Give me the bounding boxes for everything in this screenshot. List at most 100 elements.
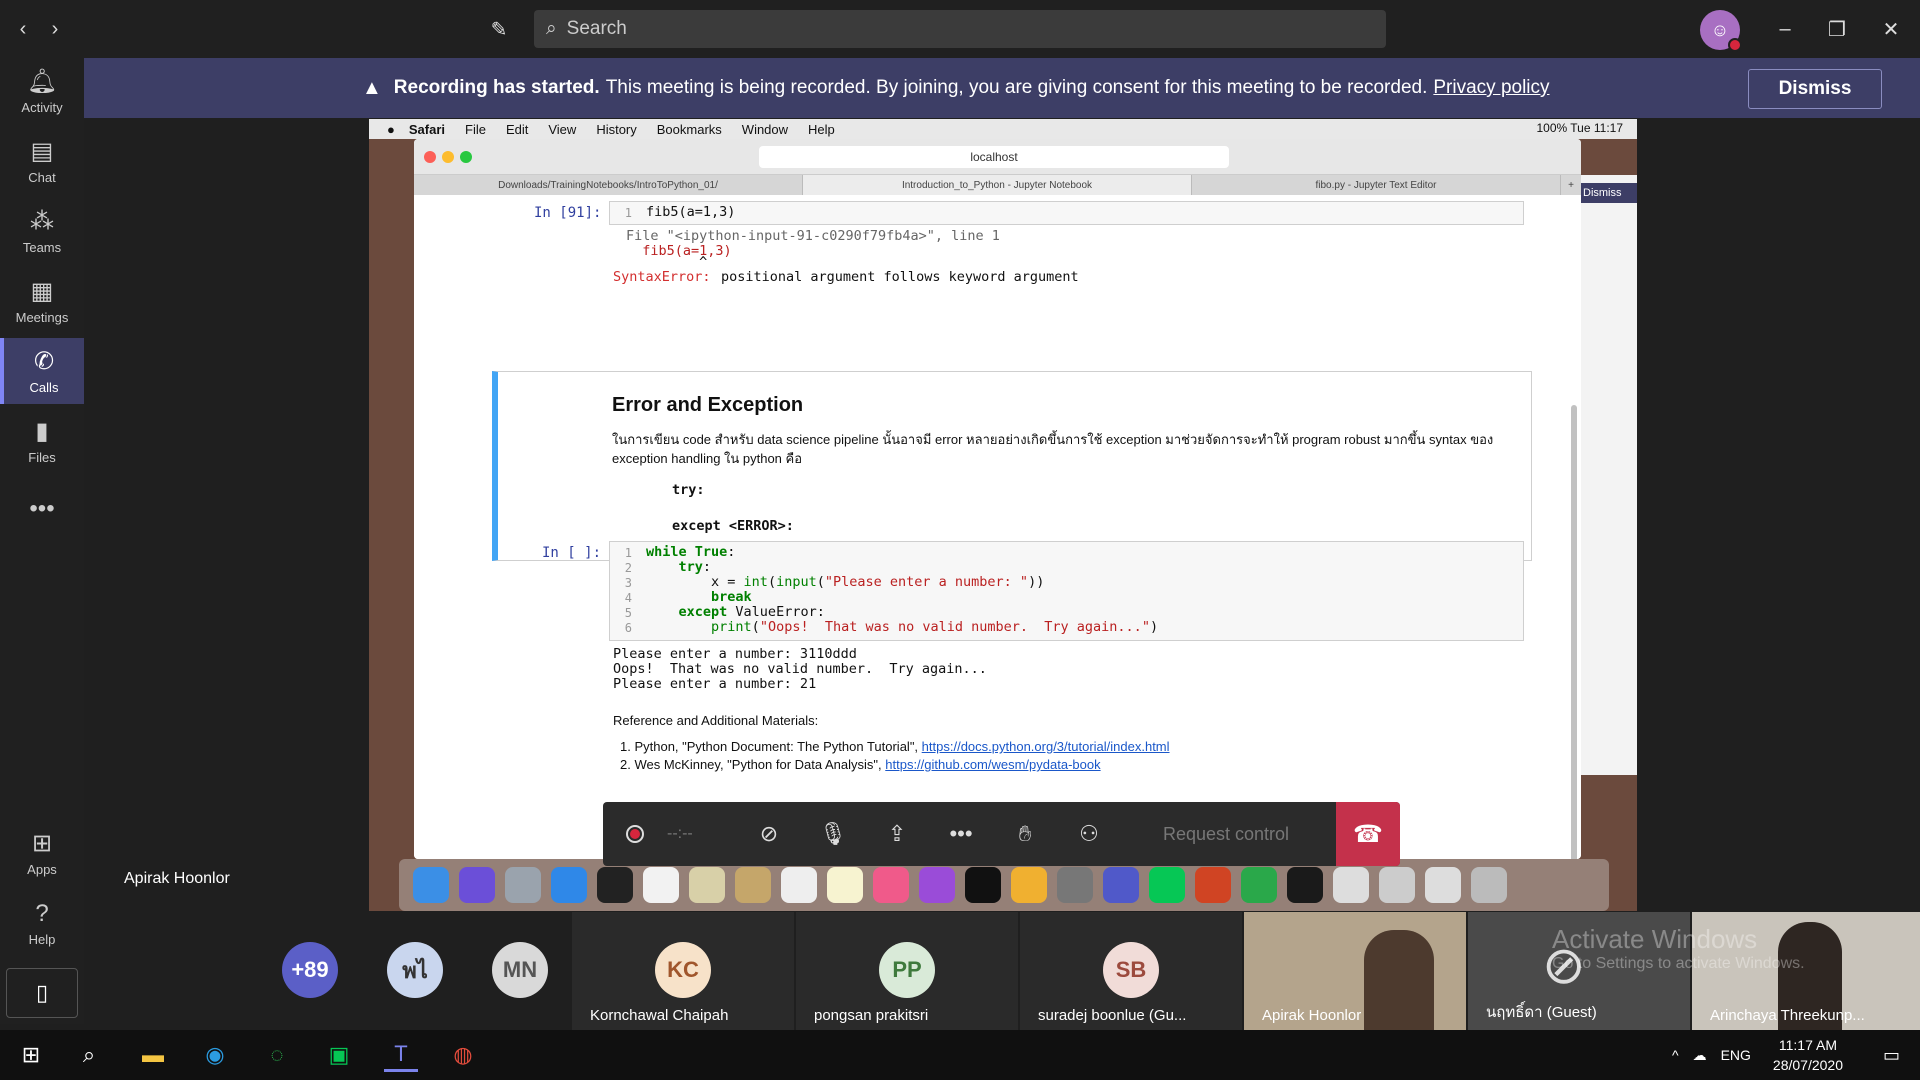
powerpoint-icon[interactable] [1195,867,1231,903]
overflow-participants[interactable]: +89 [282,942,338,998]
call-controls: --:-- ⊘ 🎙︎ ⇪ ••• ✋︎ ⚇ Request control ☎ [603,802,1400,866]
minimize-icon[interactable]: – [1770,14,1800,44]
music-icon[interactable] [873,867,909,903]
notes-icon[interactable] [643,867,679,903]
new-chat-icon[interactable]: ✎ [484,14,514,44]
language-indicator[interactable]: ENG [1721,1047,1751,1063]
sync-icon[interactable] [1241,867,1277,903]
close-window-icon[interactable] [424,151,436,163]
windows-start-icon[interactable]: ⊞ [14,1038,48,1072]
safari-tab[interactable]: Downloads/TrainingNotebooks/IntroToPytho… [414,175,803,195]
mac-menu-item[interactable]: Bookmarks [657,122,722,137]
trash-icon[interactable] [1471,867,1507,903]
stickies-icon[interactable] [827,867,863,903]
safari-icon[interactable] [551,867,587,903]
close-icon[interactable]: ✕ [1876,14,1906,44]
mac-menu-item[interactable]: Safari [409,122,445,137]
dismiss-button[interactable]: Dismiss [1748,69,1882,109]
zoom-window-icon[interactable] [460,151,472,163]
more-apps-button[interactable]: ••• [0,478,84,544]
forward-arrow-icon[interactable]: › [40,14,70,44]
mute-button[interactable]: 🎙︎ [801,802,865,866]
participant-tile[interactable]: SB suradej boonlue (Gu... [1020,912,1242,1030]
ref-link[interactable]: https://github.com/wesm/pydata-book [885,757,1100,772]
mac-menu-item[interactable]: View [548,122,576,137]
line-app-icon[interactable]: ▣ [322,1038,356,1072]
safari-tab-bar: Downloads/TrainingNotebooks/IntroToPytho… [414,175,1581,195]
request-control-button[interactable]: Request control [1121,824,1331,845]
mac-status-area: 100% Tue 11:17 [1536,121,1623,135]
participant-video[interactable]: Apirak Hoonlor [1244,912,1466,1030]
cloud-icon[interactable]: ☁ [1693,1047,1707,1064]
minimize-window-icon[interactable] [442,151,454,163]
user-avatar[interactable]: ☺ [1700,10,1742,52]
restore-icon[interactable]: ❐ [1822,14,1852,44]
rail-item-calls[interactable]: ✆ Calls [0,338,84,404]
rail-item-activity[interactable]: 🔔︎ Activity [0,58,84,124]
mac-menu-bar: ● Safari File Edit View History Bookmark… [369,119,1637,139]
siri-icon[interactable] [459,867,495,903]
safari-tab[interactable]: fibo.py - Jupyter Text Editor [1192,175,1561,195]
document-icon[interactable] [1425,867,1461,903]
participant-tile[interactable]: PP pongsan prakitsri [796,912,1018,1030]
preview-icon[interactable] [689,867,725,903]
file-explorer-icon[interactable]: ▬ [136,1038,170,1072]
safari-tab-active[interactable]: Introduction_to_Python - Jupyter Noteboo… [803,175,1192,195]
edge-icon[interactable]: ◉ [198,1038,232,1072]
participant-tile[interactable]: KC Kornchawal Chaipah [572,912,794,1030]
photos-icon[interactable] [1011,867,1047,903]
mac-menu-item[interactable]: Edit [506,122,528,137]
search-input[interactable]: ⌕ Search [534,10,1386,48]
mac-menu-item[interactable]: Help [808,122,835,137]
search-icon[interactable]: ⌕ [72,1038,106,1072]
teams-app-icon[interactable] [1103,867,1139,903]
hand-icon: ✋︎ [1018,821,1032,846]
code-cell-1[interactable]: 1 fib5(a=1,3) [609,201,1524,225]
calendar-icon[interactable] [781,867,817,903]
clock[interactable]: 11:17 AM 28/07/2020 [1773,1035,1843,1075]
launchpad-icon[interactable] [505,867,541,903]
rail-item-files[interactable]: ▮ Files [0,408,84,474]
chevron-up-icon[interactable]: ^ [1672,1047,1679,1063]
rail-item-teams[interactable]: ⁂ Teams [0,198,84,264]
rail-item-chat[interactable]: ▤ Chat [0,128,84,194]
rail-item-apps[interactable]: ⊞ Apps [0,820,84,886]
hang-up-button[interactable]: ☎ [1336,802,1400,866]
raise-hand-button[interactable]: ✋︎ [993,802,1057,866]
finder-icon[interactable] [413,867,449,903]
markdown-cell[interactable]: Error and Exception ในการเขียน code สำหร… [492,371,1532,561]
teams-app-icon[interactable]: T [384,1038,418,1072]
rail-item-meetings[interactable]: ▦ Meetings [0,268,84,334]
rail-label: Chat [28,170,56,185]
mac-menu-item[interactable]: File [465,122,486,137]
device-icon[interactable]: ▯ [6,968,78,1018]
warning-icon: ▲ [362,76,382,99]
settings-icon[interactable] [1057,867,1093,903]
console-icon[interactable] [1287,867,1323,903]
chrome-icon[interactable]: ◍ [446,1038,480,1072]
line-app-icon[interactable] [1149,867,1185,903]
document-icon[interactable] [1379,867,1415,903]
document-icon[interactable] [1333,867,1369,903]
mac-menu-item[interactable]: History [596,122,636,137]
mac-menu-item[interactable]: Window [742,122,788,137]
tv-icon[interactable] [965,867,1001,903]
privacy-policy-link[interactable]: Privacy policy [1433,77,1549,99]
finder-folder-icon[interactable] [735,867,771,903]
terminal-icon[interactable] [597,867,633,903]
scrollbar[interactable] [1571,405,1577,859]
code-cell-2[interactable]: 123456 while True: try: x = int(input("P… [609,541,1524,641]
camera-off-button[interactable]: ⊘ [737,802,801,866]
notification-icon[interactable]: ▭ [1883,1045,1900,1066]
participants-button[interactable]: ⚇ [1057,802,1121,866]
rail-item-help[interactable]: ? Help [0,890,84,956]
code-text: fib5(a=1,3) [646,204,736,220]
share-button[interactable]: ⇪ [865,802,929,866]
podcasts-icon[interactable] [919,867,955,903]
more-actions-button[interactable]: ••• [929,802,993,866]
ref-link[interactable]: https://docs.python.org/3/tutorial/index… [922,739,1170,754]
url-bar[interactable]: localhost [759,146,1229,168]
back-arrow-icon[interactable]: ‹ [8,14,38,44]
sync-app-icon[interactable]: ◌ [260,1038,294,1072]
new-tab-icon[interactable]: + [1561,175,1581,195]
